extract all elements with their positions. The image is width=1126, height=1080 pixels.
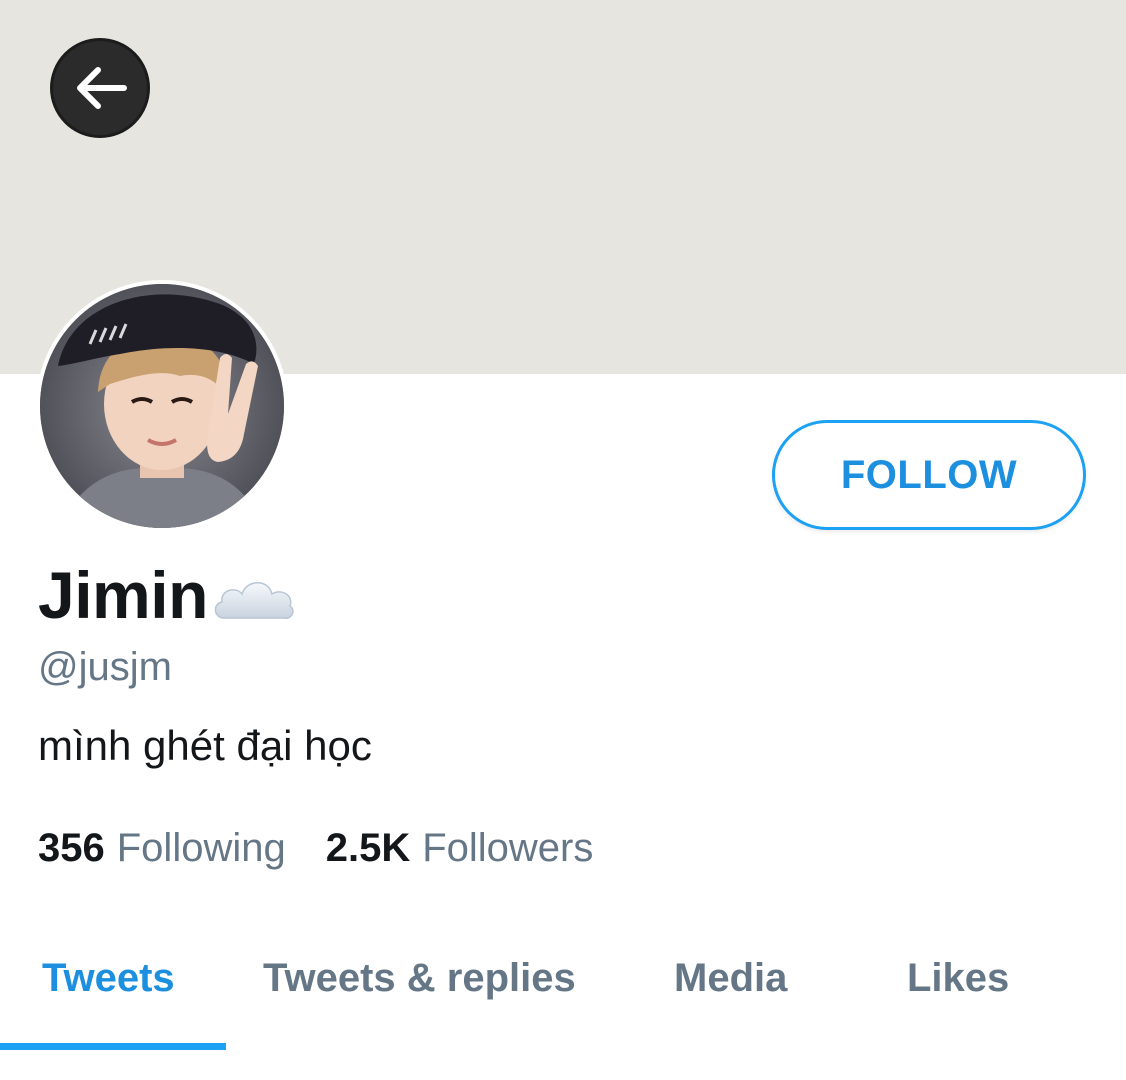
display-name: Jimin: [38, 558, 208, 632]
following-label: Following: [116, 826, 286, 870]
cloud-icon: [210, 574, 296, 629]
back-button[interactable]: [50, 38, 150, 138]
tab-tweets[interactable]: Tweets: [42, 956, 175, 1001]
follow-button[interactable]: FOLLOW: [772, 420, 1086, 530]
profile-name-row: Jimin: [38, 555, 296, 635]
profile-handle: @jusjm: [38, 645, 172, 689]
active-tab-indicator: [0, 1043, 226, 1050]
profile-bio: mình ghét đại học: [38, 722, 372, 769]
followers-label: Followers: [422, 826, 594, 870]
following-count: 356: [38, 826, 105, 870]
arrow-left-icon: [72, 65, 128, 111]
avatar[interactable]: [36, 280, 288, 532]
tab-media[interactable]: Media: [674, 956, 787, 1001]
following-stat[interactable]: 356 Following: [38, 826, 286, 871]
followers-stat[interactable]: 2.5K Followers: [326, 826, 594, 871]
tab-tweets-and-replies[interactable]: Tweets & replies: [263, 956, 576, 1001]
profile-tabs: Tweets Tweets & replies Media Likes: [0, 930, 1126, 1050]
followers-count: 2.5K: [325, 826, 411, 870]
follow-button-label: FOLLOW: [840, 452, 1018, 497]
profile-stats: 356 Following 2.5K Followers: [38, 826, 593, 871]
tab-likes[interactable]: Likes: [907, 956, 1009, 1001]
